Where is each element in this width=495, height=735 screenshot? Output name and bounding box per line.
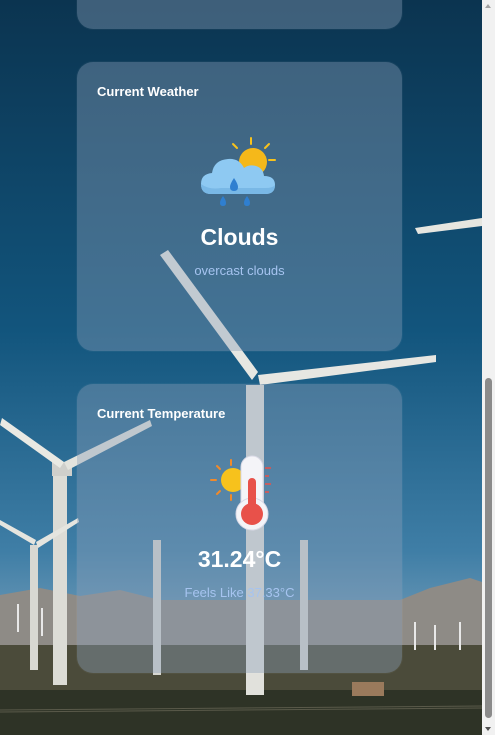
vertical-scrollbar[interactable] <box>482 0 495 735</box>
weather-condition: Clouds <box>200 224 279 250</box>
previous-card <box>77 0 402 29</box>
scroll-down-arrow-icon[interactable] <box>485 727 491 731</box>
weather-description: overcast clouds <box>194 263 285 278</box>
cloud-sun-rain-icon <box>197 132 283 212</box>
current-weather-card: Current Weather Clouds overcast clouds <box>77 62 402 351</box>
weather-card-title: Current Weather <box>97 84 199 99</box>
scroll-up-arrow-icon[interactable] <box>485 4 491 8</box>
temperature-card-title: Current Temperature <box>97 406 226 421</box>
temperature-value: 31.24°C <box>197 546 282 572</box>
thermometer-sun-icon <box>209 454 273 534</box>
scrollbar-thumb[interactable] <box>485 378 492 718</box>
current-temperature-card: Current Temperature 31.24°C Feels Like 3… <box>77 384 402 673</box>
feels-like-value: Feels Like 37.33°C <box>184 585 295 600</box>
